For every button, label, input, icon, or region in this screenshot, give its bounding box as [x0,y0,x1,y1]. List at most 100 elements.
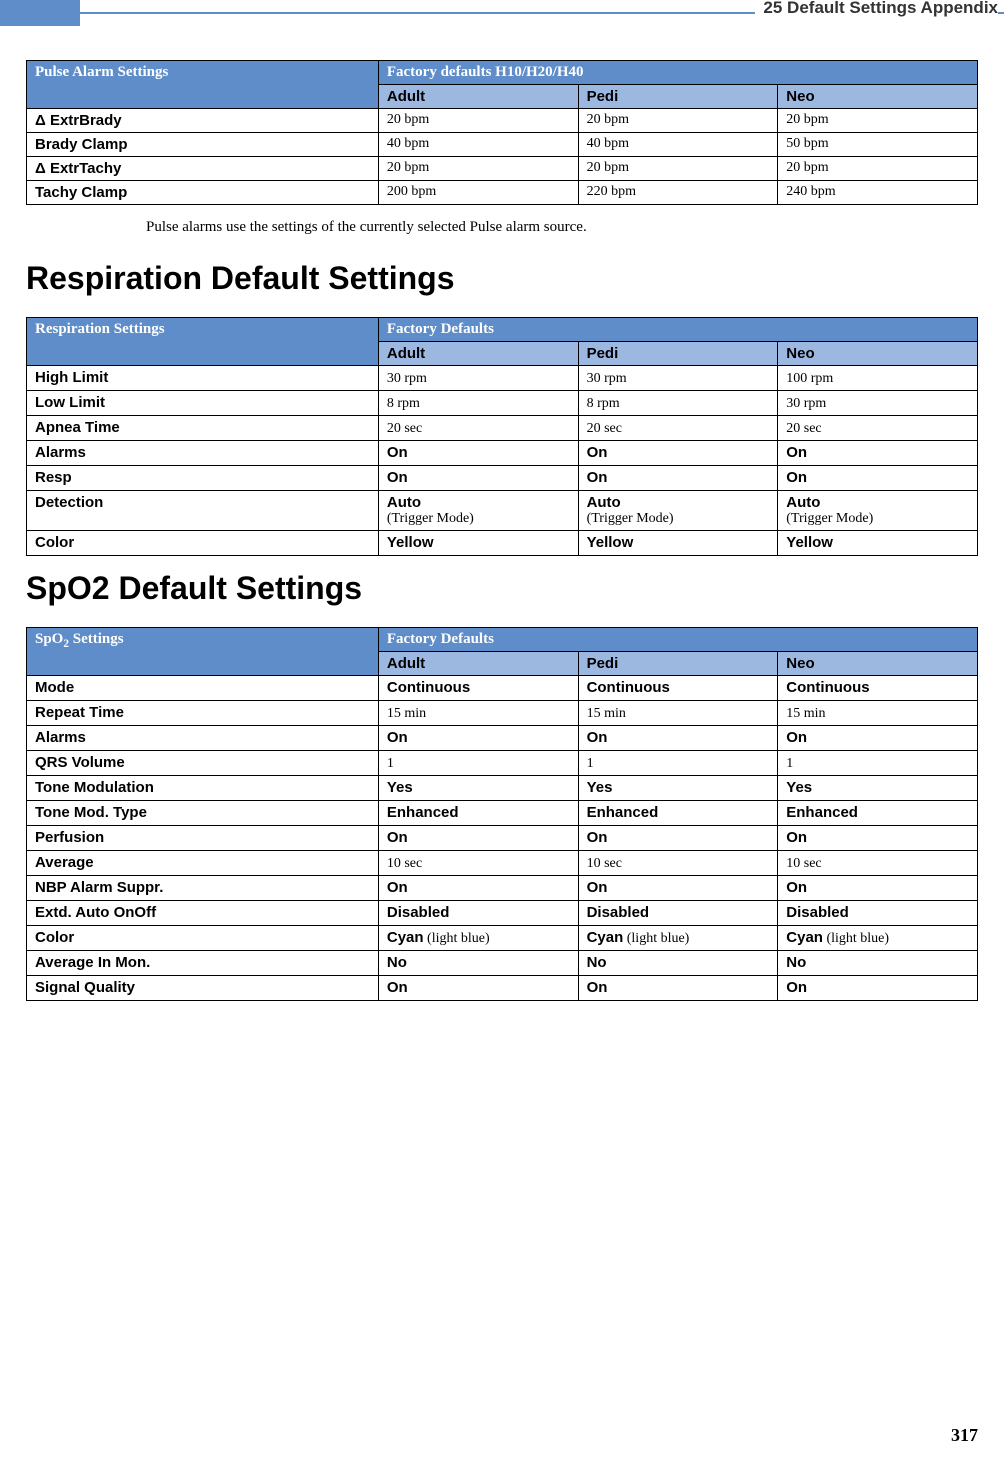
cell-pedi: 15 min [578,701,778,726]
spo2-col-pedi: Pedi [578,652,778,676]
cell-pedi: Cyan (light blue) [578,926,778,951]
cell-pedi: No [578,951,778,976]
cell-adult: On [378,826,578,851]
cell-adult: Auto(Trigger Mode) [378,491,578,531]
cell-neo: Disabled [778,901,978,926]
table-row: Tone Mod. TypeEnhancedEnhancedEnhanced [27,801,978,826]
row-label: Brady Clamp [27,133,379,157]
row-label: Repeat Time [27,701,379,726]
cell-adult: 20 sec [378,416,578,441]
cell-neo: On [778,876,978,901]
cell-neo: On [778,466,978,491]
cell-pedi: On [578,876,778,901]
cell-pedi: 30 rpm [578,366,778,391]
spo2-prefix: SpO [35,631,63,647]
cell-pedi: Yellow [578,531,778,556]
respiration-heading: Respiration Default Settings [26,260,978,297]
cell-adult: 20 bpm [378,109,578,133]
cell-pedi: On [578,826,778,851]
cell-pedi: 20 bpm [578,109,778,133]
row-label: Average [27,851,379,876]
cell-adult: Continuous [378,676,578,701]
cell-neo: 20 bpm [778,157,978,181]
page-number: 317 [951,1425,978,1446]
row-label: Mode [27,676,379,701]
cell-adult: On [378,441,578,466]
row-label: Detection [27,491,379,531]
cell-neo: Auto(Trigger Mode) [778,491,978,531]
row-label: High Limit [27,366,379,391]
cell-adult: On [378,466,578,491]
pulse-alarm-table: Pulse Alarm Settings Factory defaults H1… [26,60,978,205]
cell-neo: On [778,726,978,751]
table-row: Δ ExtrTachy20 bpm20 bpm20 bpm [27,157,978,181]
cell-neo: On [778,976,978,1001]
row-label: Δ ExtrTachy [27,157,379,181]
row-label: Tone Modulation [27,776,379,801]
cell-pedi: Auto(Trigger Mode) [578,491,778,531]
cell-neo: 10 sec [778,851,978,876]
page-header: 25 Default Settings Appendix [0,0,1004,24]
table-row: Signal QualityOnOnOn [27,976,978,1001]
cell-pedi: On [578,726,778,751]
table-row: DetectionAuto(Trigger Mode)Auto(Trigger … [27,491,978,531]
table-row: Tone ModulationYesYesYes [27,776,978,801]
pulse-note-text: Pulse alarms use the settings of the cur… [146,219,978,236]
table-row: Tachy Clamp200 bpm220 bpm240 bpm [27,181,978,205]
cell-neo: 20 bpm [778,109,978,133]
row-label: Tachy Clamp [27,181,379,205]
resp-table-heading-right: Factory Defaults [378,318,977,342]
table-row: Extd. Auto OnOffDisabledDisabledDisabled [27,901,978,926]
cell-adult: On [378,876,578,901]
pulse-col-neo: Neo [778,85,978,109]
cell-adult: Enhanced [378,801,578,826]
header-tab [0,0,80,26]
row-label: Resp [27,466,379,491]
row-label: NBP Alarm Suppr. [27,876,379,901]
table-row: Average In Mon.NoNoNo [27,951,978,976]
cell-neo: 15 min [778,701,978,726]
row-label: Color [27,531,379,556]
row-label: Extd. Auto OnOff [27,901,379,926]
cell-pedi: Yes [578,776,778,801]
cell-pedi: Enhanced [578,801,778,826]
table-row: ModeContinuousContinuousContinuous [27,676,978,701]
row-label: Color [27,926,379,951]
cell-neo: No [778,951,978,976]
cell-neo: 240 bpm [778,181,978,205]
spo2-col-neo: Neo [778,652,978,676]
cell-adult: 10 sec [378,851,578,876]
table-row: AlarmsOnOnOn [27,441,978,466]
table-row: PerfusionOnOnOn [27,826,978,851]
row-label: Δ ExtrBrady [27,109,379,133]
cell-pedi: 40 bpm [578,133,778,157]
cell-pedi: 20 sec [578,416,778,441]
pulse-table-heading-right: Factory defaults H10/H20/H40 [378,61,977,85]
cell-neo: 30 rpm [778,391,978,416]
spo2-table-heading-right: Factory Defaults [378,628,977,652]
cell-neo: Yellow [778,531,978,556]
table-row: Repeat Time15 min15 min15 min [27,701,978,726]
cell-adult: Yellow [378,531,578,556]
cell-pedi: 220 bpm [578,181,778,205]
row-label: Perfusion [27,826,379,851]
cell-adult: On [378,726,578,751]
cell-neo: On [778,826,978,851]
table-row: Δ ExtrBrady20 bpm20 bpm20 bpm [27,109,978,133]
table-row: Brady Clamp40 bpm40 bpm50 bpm [27,133,978,157]
row-label: Signal Quality [27,976,379,1001]
row-label: Alarms [27,726,379,751]
resp-col-adult: Adult [378,342,578,366]
cell-adult: No [378,951,578,976]
cell-pedi: On [578,466,778,491]
spo2-table: SpO2 Settings Factory Defaults Adult Ped… [26,627,978,1001]
cell-adult: Yes [378,776,578,801]
cell-pedi: 1 [578,751,778,776]
table-row: QRS Volume111 [27,751,978,776]
spo2-table-heading-left: SpO2 Settings [27,628,379,676]
cell-pedi: 10 sec [578,851,778,876]
row-label: Alarms [27,441,379,466]
cell-pedi: 8 rpm [578,391,778,416]
cell-neo: Continuous [778,676,978,701]
cell-neo: 20 sec [778,416,978,441]
